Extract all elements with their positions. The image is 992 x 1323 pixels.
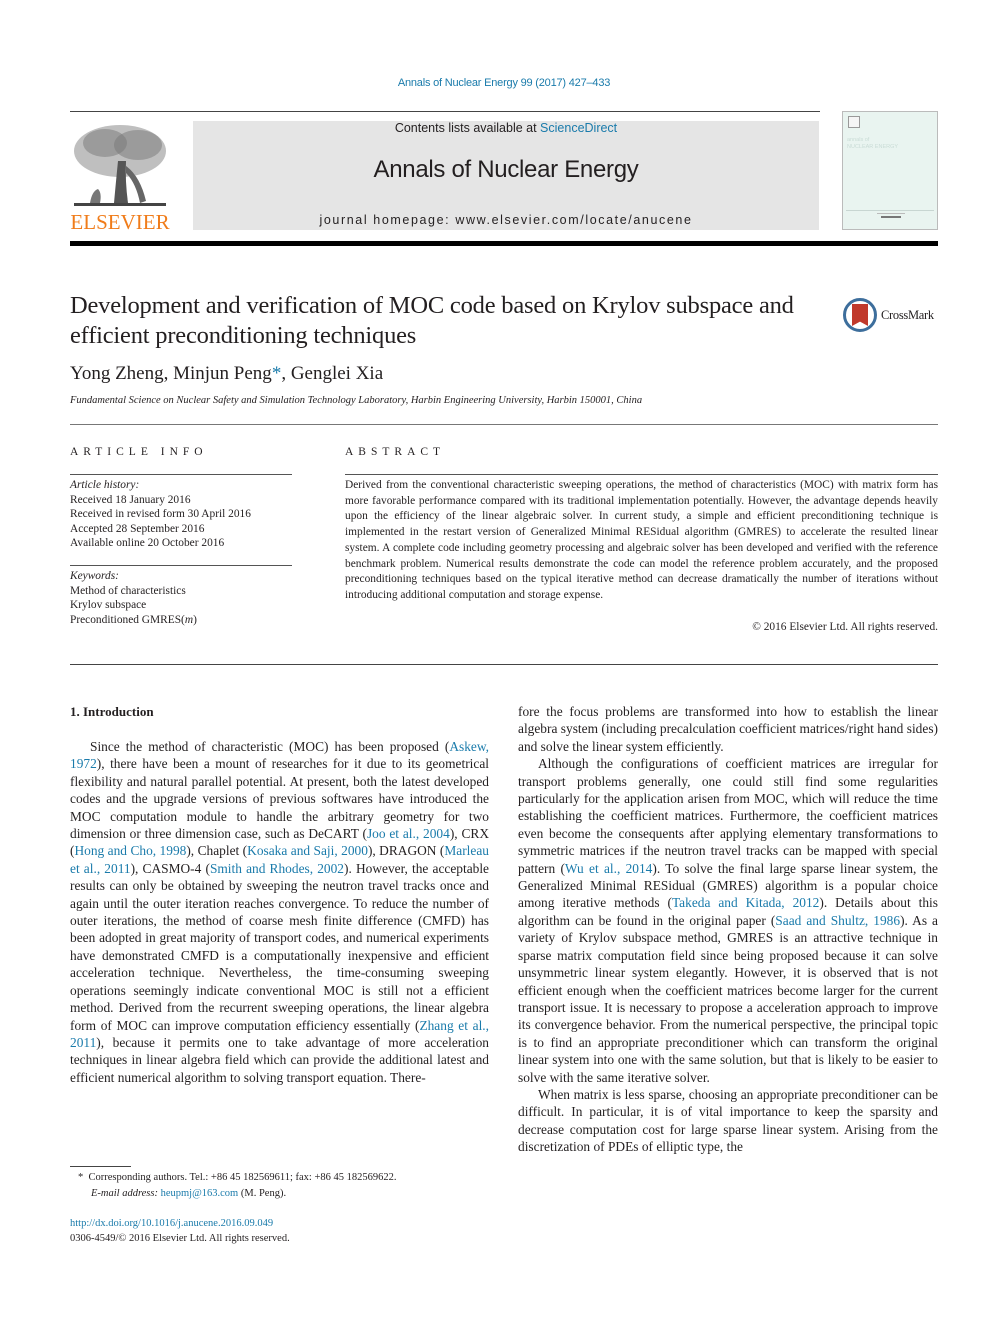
keywords-rule [70, 565, 292, 566]
crossmark-button[interactable]: CrossMark [843, 298, 943, 334]
citation-link[interactable]: Smith and Rhodes, 2002 [210, 861, 344, 876]
elsevier-wordmark: ELSEVIER [70, 210, 170, 234]
footnote-mark: * [78, 1172, 84, 1183]
history-accepted: Accepted 28 September 2016 [70, 522, 205, 535]
footnote-rule [70, 1166, 131, 1167]
body-paragraph: Although the configurations of coefficie… [518, 756, 938, 1085]
footnote-corresponding: * Corresponding authors. Tel.: +86 45 18… [78, 1170, 397, 1202]
keyword: Preconditioned GMRES(m) [70, 613, 197, 628]
keyword-text: Preconditioned GMRES( [70, 613, 185, 626]
body-column-right: fore the focus problems are transformed … [518, 703, 938, 1156]
history-received: Received 18 January 2016 [70, 493, 191, 506]
history-online: Available online 20 October 2016 [70, 537, 225, 549]
article-info-rule [70, 474, 292, 475]
email-link[interactable]: heupmj@163.com [161, 1188, 239, 1199]
header-rule [70, 111, 820, 112]
history-label: Article history: [70, 479, 140, 491]
author-name[interactable]: Minjun Peng [173, 363, 272, 384]
sciencedirect-link[interactable]: ScienceDirect [540, 121, 617, 135]
keywords: Keywords: Method of characteristics Kryl… [70, 569, 197, 627]
keyword-variable: m [184, 613, 194, 626]
body-paragraph: When matrix is less sparse, choosing an … [518, 1086, 938, 1155]
affiliation: Fundamental Science on Nuclear Safety an… [70, 395, 643, 406]
cover-footer-text [877, 213, 905, 214]
corresponding-author-mark[interactable]: * [272, 363, 282, 384]
keyword: Method of characteristics [70, 584, 186, 597]
citation-link[interactable]: Wu et al., 2014 [565, 861, 652, 876]
author-separator: , [281, 363, 291, 384]
journal-cover-thumbnail[interactable]: annals of NUCLEAR ENERGY [842, 111, 938, 230]
cover-title: annals of NUCLEAR ENERGY [847, 137, 898, 151]
author-separator: , [163, 363, 174, 384]
email-suffix: (M. Peng). [238, 1188, 287, 1199]
journal-citation-link[interactable]: Annals of Nuclear Energy 99 (2017) 427–4… [0, 77, 992, 89]
issn-copyright: 0306-4549/© 2016 Elsevier Ltd. All right… [70, 1233, 290, 1244]
abstract-copyright: © 2016 Elsevier Ltd. All rights reserved… [752, 621, 938, 633]
citation-link[interactable]: Zhang et al., 2011 [70, 1018, 489, 1050]
abstract-text: Derived from the conventional characteri… [345, 479, 938, 601]
footnote-corresponding-text: Corresponding authors. Tel.: +86 45 1825… [88, 1172, 397, 1183]
homepage-link[interactable]: www.elsevier.com/locate/anucene [455, 213, 692, 227]
keywords-label: Keywords: [70, 570, 119, 582]
doi-link[interactable]: http://dx.doi.org/10.1016/j.anucene.2016… [70, 1218, 273, 1229]
contents-availability: Contents lists available at ScienceDirec… [193, 121, 819, 135]
section-heading-introduction: 1. Introduction [70, 704, 154, 719]
citation-link[interactable]: Hong and Cho, 1998 [74, 843, 186, 858]
email-label: E-mail address: [91, 1188, 158, 1199]
article-history: Article history: Received 18 January 201… [70, 478, 251, 551]
cover-title-line1: annals of [847, 137, 870, 143]
keyword-close: ) [193, 613, 197, 626]
journal-title: Annals of Nuclear Energy [373, 156, 639, 183]
contents-prefix: Contents lists available at [394, 121, 541, 135]
body-paragraph: fore the focus problems are transformed … [518, 704, 938, 754]
paper-title: Development and verification of MOC code… [70, 292, 794, 349]
cover-emblem-icon [848, 116, 860, 128]
crossmark-label: CrossMark [881, 308, 934, 322]
keyword: Krylov subspace [70, 599, 147, 611]
homepage-prefix: journal homepage: [319, 213, 456, 227]
body-column-left: Since the method of characteristic (MOC)… [70, 738, 489, 1086]
abstract-rule [345, 474, 938, 475]
abstract-heading: ABSTRACT [345, 446, 446, 458]
citation-link[interactable]: Joo et al., 2004 [367, 826, 450, 841]
citation-link[interactable]: Takeda and Kitada, 2012 [672, 895, 819, 910]
doi-block: http://dx.doi.org/10.1016/j.anucene.2016… [70, 1216, 290, 1246]
author-name[interactable]: Yong Zheng [70, 363, 164, 384]
history-revised: Received in revised form 30 April 2016 [70, 508, 251, 520]
cover-title-line2: NUCLEAR ENERGY [847, 144, 899, 150]
body-paragraph: Since the method of characteristic (MOC)… [70, 739, 489, 1085]
author-list: Yong Zheng, Minjun Peng*, Genglei Xia [70, 363, 383, 385]
citation-link[interactable]: Saad and Shultz, 1986 [775, 913, 900, 928]
affiliation-rule [70, 424, 938, 425]
header-thick-rule [70, 241, 938, 246]
cover-rule [846, 210, 934, 211]
author-name[interactable]: Genglei Xia [291, 363, 383, 384]
citation-link[interactable]: Askew, 1972 [70, 739, 489, 771]
article-info-heading: ARTICLE INFO [70, 446, 208, 458]
abstract-end-rule [70, 664, 938, 665]
citation-link[interactable]: Kosaka and Saji, 2000 [247, 843, 368, 858]
journal-homepage: journal homepage: www.elsevier.com/locat… [193, 213, 819, 227]
cover-footer-mark [881, 216, 901, 218]
